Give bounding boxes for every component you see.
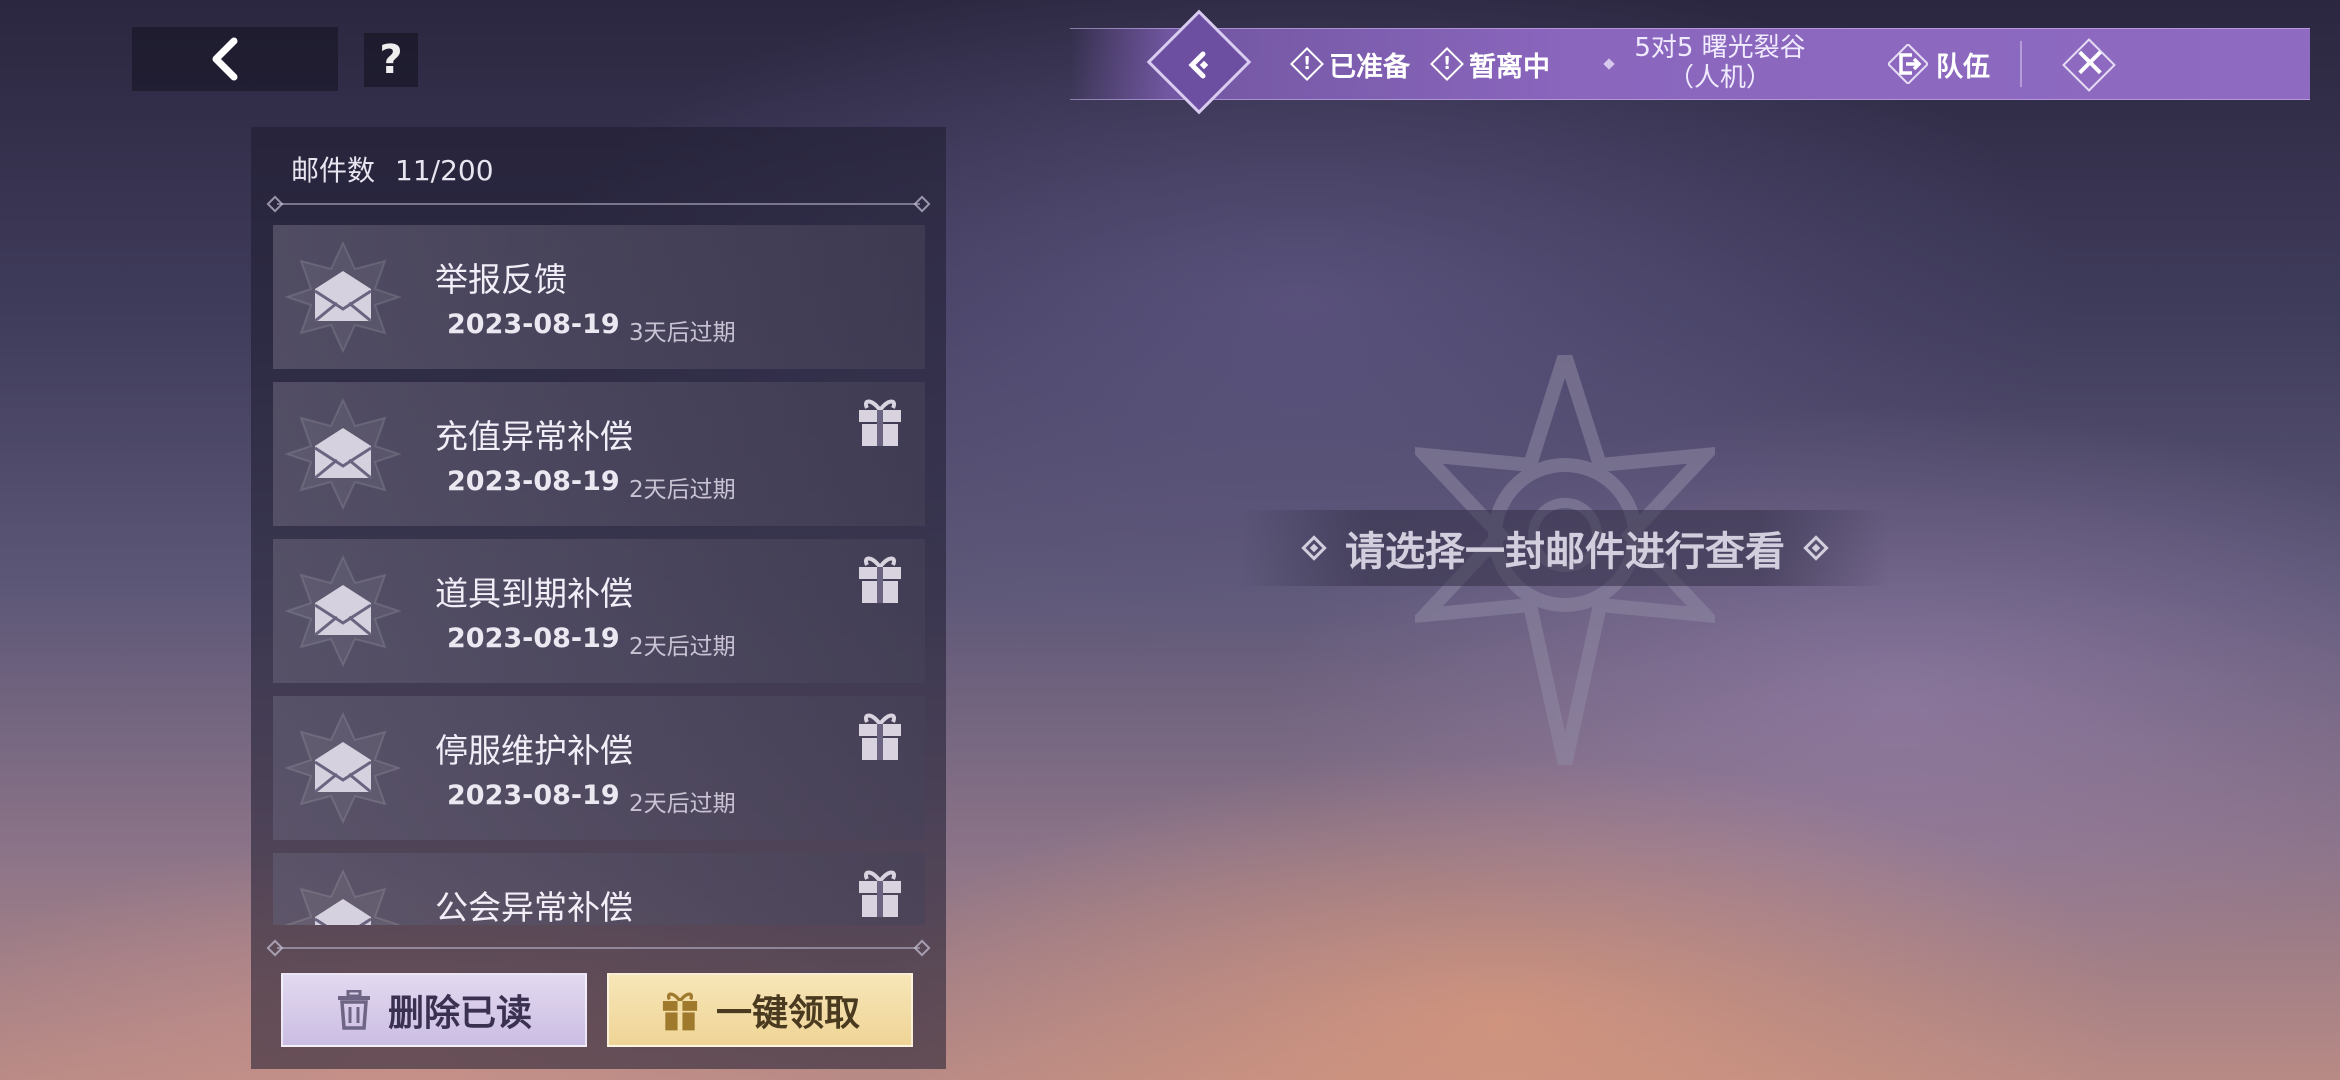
trash-icon	[337, 990, 370, 1030]
close-icon[interactable]: ✕	[2068, 39, 2112, 89]
mail-subject: 举报反馈	[435, 260, 567, 299]
mail-expire: 3天后过期	[629, 320, 736, 346]
collapse-icon	[1170, 35, 1230, 95]
mail-expire: 2天后过期	[629, 791, 736, 817]
gift-icon	[859, 713, 901, 760]
mail-subject: 公会异常补偿	[435, 888, 633, 925]
mail-date: 2023-08-19	[447, 309, 620, 340]
gift-icon	[859, 556, 901, 603]
claim-all-button[interactable]: 一键领取	[607, 973, 913, 1047]
team-button[interactable]: 队伍	[1888, 29, 1990, 99]
mail-count: 邮件数 11/200	[291, 154, 494, 187]
mail-date: 2023-08-19	[447, 623, 620, 654]
diamond-icon	[1301, 535, 1327, 561]
envelope-icon	[285, 240, 401, 354]
envelope-icon	[285, 397, 401, 511]
mail-subject: 停服维护补偿	[435, 731, 633, 770]
mail-item[interactable]: 停服维护补偿 2023-08-19 2天后过期	[273, 696, 925, 840]
gift-icon	[662, 992, 698, 1031]
mail-subject: 道具到期补偿	[435, 574, 633, 613]
back-button[interactable]	[132, 27, 338, 91]
mail-item[interactable]: 举报反馈 2023-08-19 3天后过期	[273, 225, 925, 369]
mail-subject: 充值异常补偿	[435, 417, 633, 456]
mail-item[interactable]: 公会异常补偿	[273, 853, 925, 925]
gift-icon	[859, 870, 901, 917]
delete-read-button[interactable]: 删除已读	[281, 973, 587, 1047]
mail-date: 2023-08-19	[447, 780, 620, 811]
room-status-bar: ! 已准备 ! 暂离中 5对5 曙光裂谷 （人机） 队伍 ✕	[1070, 9, 2310, 115]
gift-icon	[859, 399, 901, 446]
envelope-icon	[285, 868, 401, 925]
mail-item[interactable]: 充值异常补偿 2023-08-19 2天后过期	[273, 382, 925, 526]
empty-selection-prompt: 请选择一封邮件进行查看	[1240, 510, 1890, 586]
mail-date: 2023-08-19	[447, 466, 620, 497]
game-mode-label: 5对5 曙光裂谷 （人机）	[1634, 33, 1806, 93]
diamond-icon	[1803, 535, 1829, 561]
ready-status: ! 已准备	[1290, 29, 1410, 99]
divider	[2020, 41, 2022, 87]
divider	[277, 947, 920, 949]
help-button[interactable]: ?	[364, 33, 418, 87]
warning-icon: !	[1430, 47, 1464, 81]
warning-icon: !	[1290, 47, 1324, 81]
mail-expire: 2天后过期	[629, 634, 736, 660]
mail-panel: 邮件数11/200 举报反馈 2023-08-19 3天后过期 充值异常补偿	[251, 127, 946, 1069]
envelope-icon	[285, 554, 401, 668]
chevron-left-icon	[212, 37, 238, 81]
mail-expire: 2天后过期	[629, 477, 736, 503]
mail-item[interactable]: 道具到期补偿 2023-08-19 2天后过期	[273, 539, 925, 683]
exit-team-icon	[1888, 44, 1928, 84]
divider	[277, 203, 920, 205]
mail-list[interactable]: 举报反馈 2023-08-19 3天后过期 充值异常补偿 2023-08-19 …	[273, 225, 925, 925]
help-icon: ?	[379, 37, 403, 83]
envelope-icon	[285, 711, 401, 825]
away-status: ! 暂离中	[1430, 29, 1550, 99]
